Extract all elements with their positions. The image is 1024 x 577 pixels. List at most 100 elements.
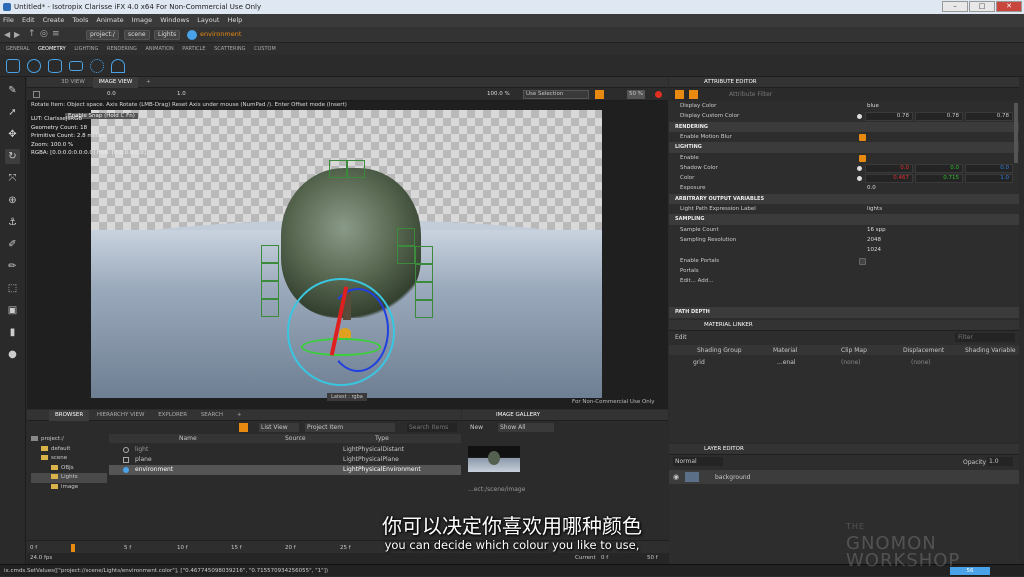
attribute-value[interactable]: 2048 xyxy=(867,235,881,246)
snap-icon[interactable]: ⚓ xyxy=(5,215,20,230)
history-icon[interactable]: ≡ xyxy=(52,29,60,39)
browser-row-selected[interactable]: environment LightPhysicalEnvironment xyxy=(109,465,461,475)
tree-image[interactable]: image xyxy=(31,483,107,493)
column-type[interactable]: Type xyxy=(375,435,389,442)
attribute-value[interactable]: 16 spp xyxy=(867,225,886,236)
column-clip-map[interactable]: Clip Map xyxy=(841,347,867,354)
fps-value[interactable]: 24.0 fps xyxy=(30,553,52,564)
tree-objs[interactable]: OBJs xyxy=(31,464,107,474)
attribute-filter-input[interactable]: Attribute Filter xyxy=(729,91,772,98)
column-shading-group[interactable]: Shading Group xyxy=(697,347,742,354)
brush-icon[interactable]: ✐ xyxy=(5,237,20,252)
attribute-section[interactable]: LIGHTING xyxy=(669,142,1019,153)
context-icon[interactable]: ◎ xyxy=(40,29,48,39)
tree-scene[interactable]: scene xyxy=(31,454,107,464)
color-swatch[interactable] xyxy=(857,176,862,182)
gallery-filter-dropdown[interactable]: Show All xyxy=(498,423,554,432)
box-icon[interactable] xyxy=(6,59,20,73)
crop-icon[interactable]: ⬚ xyxy=(5,281,20,296)
selection-dropdown[interactable]: Use Selection xyxy=(523,90,589,99)
row-clip-map[interactable]: (none) xyxy=(841,359,861,366)
back-arrow-icon[interactable]: ◀ xyxy=(4,30,10,39)
forward-arrow-icon[interactable]: ▶ xyxy=(14,30,20,39)
column-material[interactable]: Material xyxy=(773,347,797,354)
command-log[interactable]: ix.cmds.SetValues(["project://scene/Ligh… xyxy=(4,565,328,577)
measure-icon[interactable]: ▮ xyxy=(5,325,20,340)
shelf-tab-lighting[interactable]: LIGHTING xyxy=(74,43,98,55)
grid-sphere-icon[interactable] xyxy=(90,59,104,73)
breadcrumb-environment[interactable]: environment xyxy=(200,30,241,38)
tab-hierarchy-view[interactable]: HIERARCHY VIEW xyxy=(91,410,151,421)
browser-filter-icon[interactable] xyxy=(239,423,248,432)
tab-image-view[interactable]: IMAGE VIEW xyxy=(92,77,139,88)
blend-mode-dropdown[interactable]: Normal xyxy=(673,457,723,466)
sphere-icon[interactable] xyxy=(27,59,41,73)
gallery-new-button[interactable]: New xyxy=(470,424,483,431)
attribute-value[interactable]: lights xyxy=(867,204,882,215)
resolution-percent[interactable]: 50 % xyxy=(627,90,645,99)
attribute-value[interactable]: blue xyxy=(867,101,879,112)
column-shading-variable[interactable]: Shading Variable xyxy=(965,347,1016,354)
material-linker-filter[interactable]: Filter xyxy=(955,333,1015,342)
project-item-dropdown[interactable]: Project Item xyxy=(305,423,395,432)
attribute-value-field[interactable]: 0.78 xyxy=(915,112,963,122)
attribute-value-field[interactable]: 0.78 xyxy=(865,112,913,122)
gain-value[interactable]: 0.0 xyxy=(107,88,116,101)
scale-icon[interactable]: ⤧ xyxy=(5,171,20,186)
rotate-gizmo-y-ring[interactable] xyxy=(301,338,381,356)
shelf-tab-particle[interactable]: PARTICLE xyxy=(182,43,205,55)
menu-tools[interactable]: Tools xyxy=(69,14,91,27)
column-displacement[interactable]: Displacement xyxy=(903,347,944,354)
row-displacement[interactable]: (none) xyxy=(911,359,931,366)
tree-lights[interactable]: Lights xyxy=(31,473,107,483)
menu-file[interactable]: File xyxy=(0,14,17,27)
material-linker-edit[interactable]: Edit xyxy=(675,334,687,341)
import-geometry-icon[interactable] xyxy=(111,59,125,73)
attribute-checkbox[interactable] xyxy=(859,257,866,265)
color-swatch-icon[interactable]: ● xyxy=(5,347,20,362)
view-mode-dropdown[interactable]: List View xyxy=(259,423,299,432)
tab-explorer[interactable]: EXPLORER xyxy=(152,410,193,421)
attribute-value-field[interactable]: 0.715 xyxy=(915,174,963,184)
minimize-button[interactable]: – xyxy=(942,1,968,12)
color-swatch[interactable] xyxy=(857,165,862,171)
breadcrumb-lights[interactable]: Lights xyxy=(154,30,181,40)
shelf-tab-geometry[interactable]: GEOMETRY xyxy=(38,43,66,55)
layer-row[interactable]: ◉ background xyxy=(669,470,1019,484)
tree-project[interactable]: project:/ xyxy=(31,435,107,445)
attribute-section[interactable]: ARBITRARY OUTPUT VARIABLES xyxy=(669,193,1019,205)
menu-image[interactable]: Image xyxy=(129,14,155,27)
attribute-value[interactable]: 1024 xyxy=(867,245,881,256)
attribute-scrollbar[interactable] xyxy=(1014,103,1018,163)
transform-icon[interactable]: ⊕ xyxy=(5,193,20,208)
menu-animate[interactable]: Animate xyxy=(93,14,126,27)
gamma-value[interactable]: 1.0 xyxy=(177,88,186,101)
tab-add-browser[interactable]: + xyxy=(231,410,248,421)
shelf-tab-general[interactable]: GENERAL xyxy=(6,43,29,55)
column-name[interactable]: Name xyxy=(179,435,197,442)
zoom-value[interactable]: 100.0 % xyxy=(487,88,510,101)
up-arrow-icon[interactable]: ↑ xyxy=(28,29,36,39)
color-swatch[interactable] xyxy=(857,114,862,120)
attribute-section[interactable]: RENDERING xyxy=(669,121,1019,133)
breadcrumb-scene[interactable]: scene xyxy=(124,30,150,40)
render-image[interactable] xyxy=(91,110,602,398)
camera-icon[interactable]: ▣ xyxy=(5,303,20,318)
eyedropper-icon[interactable]: ✎ xyxy=(5,83,20,98)
attribute-section[interactable]: SAMPLING xyxy=(669,214,1019,225)
render-toggle-icon[interactable] xyxy=(595,90,604,99)
lock-icon[interactable] xyxy=(675,90,684,99)
attribute-value-field[interactable]: 1.0 xyxy=(965,174,1013,184)
attribute-value[interactable]: 0.0 xyxy=(867,183,876,194)
tab-search[interactable]: SEARCH xyxy=(195,410,229,421)
browser-search-input[interactable]: Search Items xyxy=(407,423,457,432)
opacity-value[interactable]: 1.0 xyxy=(987,457,1013,466)
attribute-section[interactable]: PATH DEPTH xyxy=(669,307,1019,318)
shelf-tab-animation[interactable]: ANIMATION xyxy=(146,43,174,55)
cylinder-icon[interactable] xyxy=(48,59,62,73)
tab-browser[interactable]: BROWSER xyxy=(49,410,90,421)
column-source[interactable]: Source xyxy=(285,435,306,442)
sigma-icon[interactable] xyxy=(689,90,698,99)
paint-icon[interactable]: ✏ xyxy=(5,259,20,274)
attribute-value-field[interactable]: 0.78 xyxy=(965,112,1013,122)
